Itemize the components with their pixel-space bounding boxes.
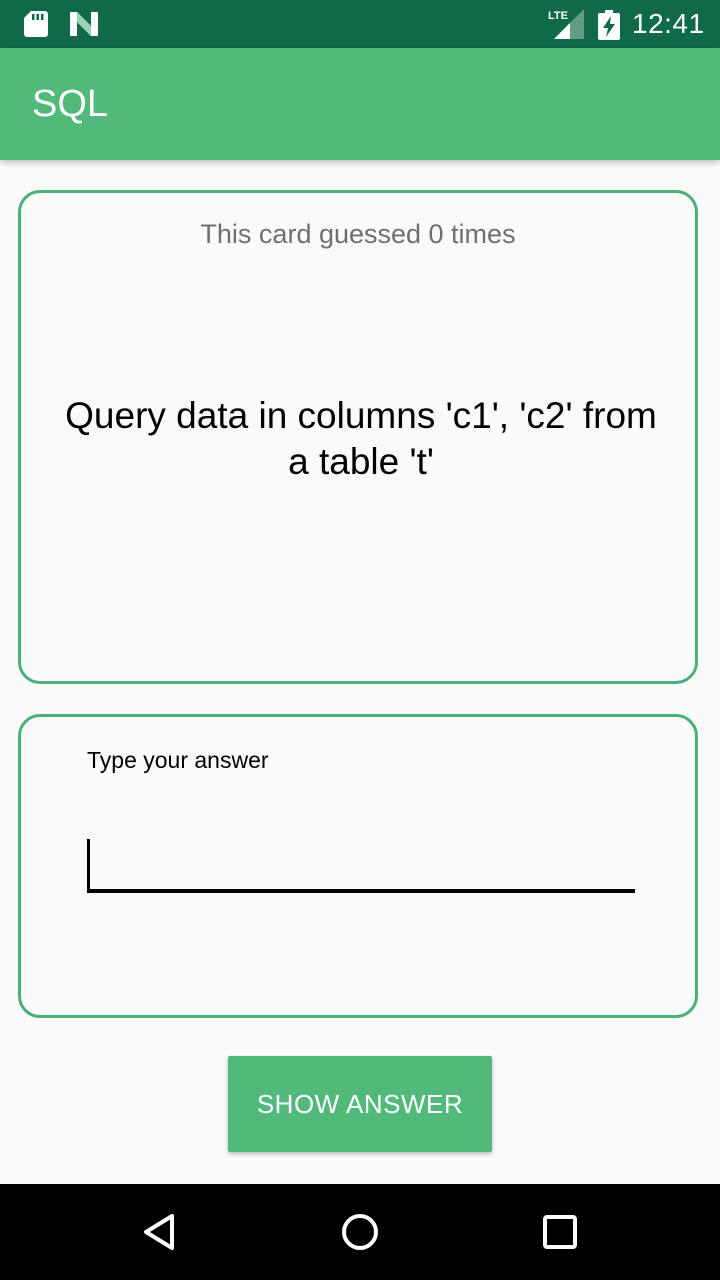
navigation-bar xyxy=(0,1184,720,1280)
sd-card-icon xyxy=(24,11,48,37)
app-screen: LTE 12:41 SQL This card guessed 0 times … xyxy=(0,0,720,1280)
battery-charging-icon xyxy=(598,10,620,40)
status-clock: 12:41 xyxy=(632,8,705,39)
question-text: Query data in columns 'c1', 'c2' from a … xyxy=(65,395,657,482)
show-answer-button[interactable]: SHOW ANSWER xyxy=(228,1056,492,1152)
app-bar: SQL xyxy=(0,48,720,160)
svg-text:LTE: LTE xyxy=(548,10,568,22)
lte-signal-icon: LTE xyxy=(548,9,584,39)
home-icon[interactable] xyxy=(336,1208,384,1256)
n-notification-icon xyxy=(70,12,98,36)
answer-input[interactable] xyxy=(87,833,635,893)
question-card: This card guessed 0 times Query data in … xyxy=(18,190,698,684)
status-bar: LTE 12:41 xyxy=(0,0,720,48)
text-cursor xyxy=(87,839,90,889)
answer-label: Type your answer xyxy=(87,747,269,773)
recents-icon[interactable] xyxy=(536,1208,584,1256)
answer-card: Type your answer xyxy=(18,714,698,1018)
back-icon[interactable] xyxy=(136,1208,184,1256)
app-title: SQL xyxy=(32,83,109,125)
guess-count-text: This card guessed 0 times xyxy=(200,219,516,249)
